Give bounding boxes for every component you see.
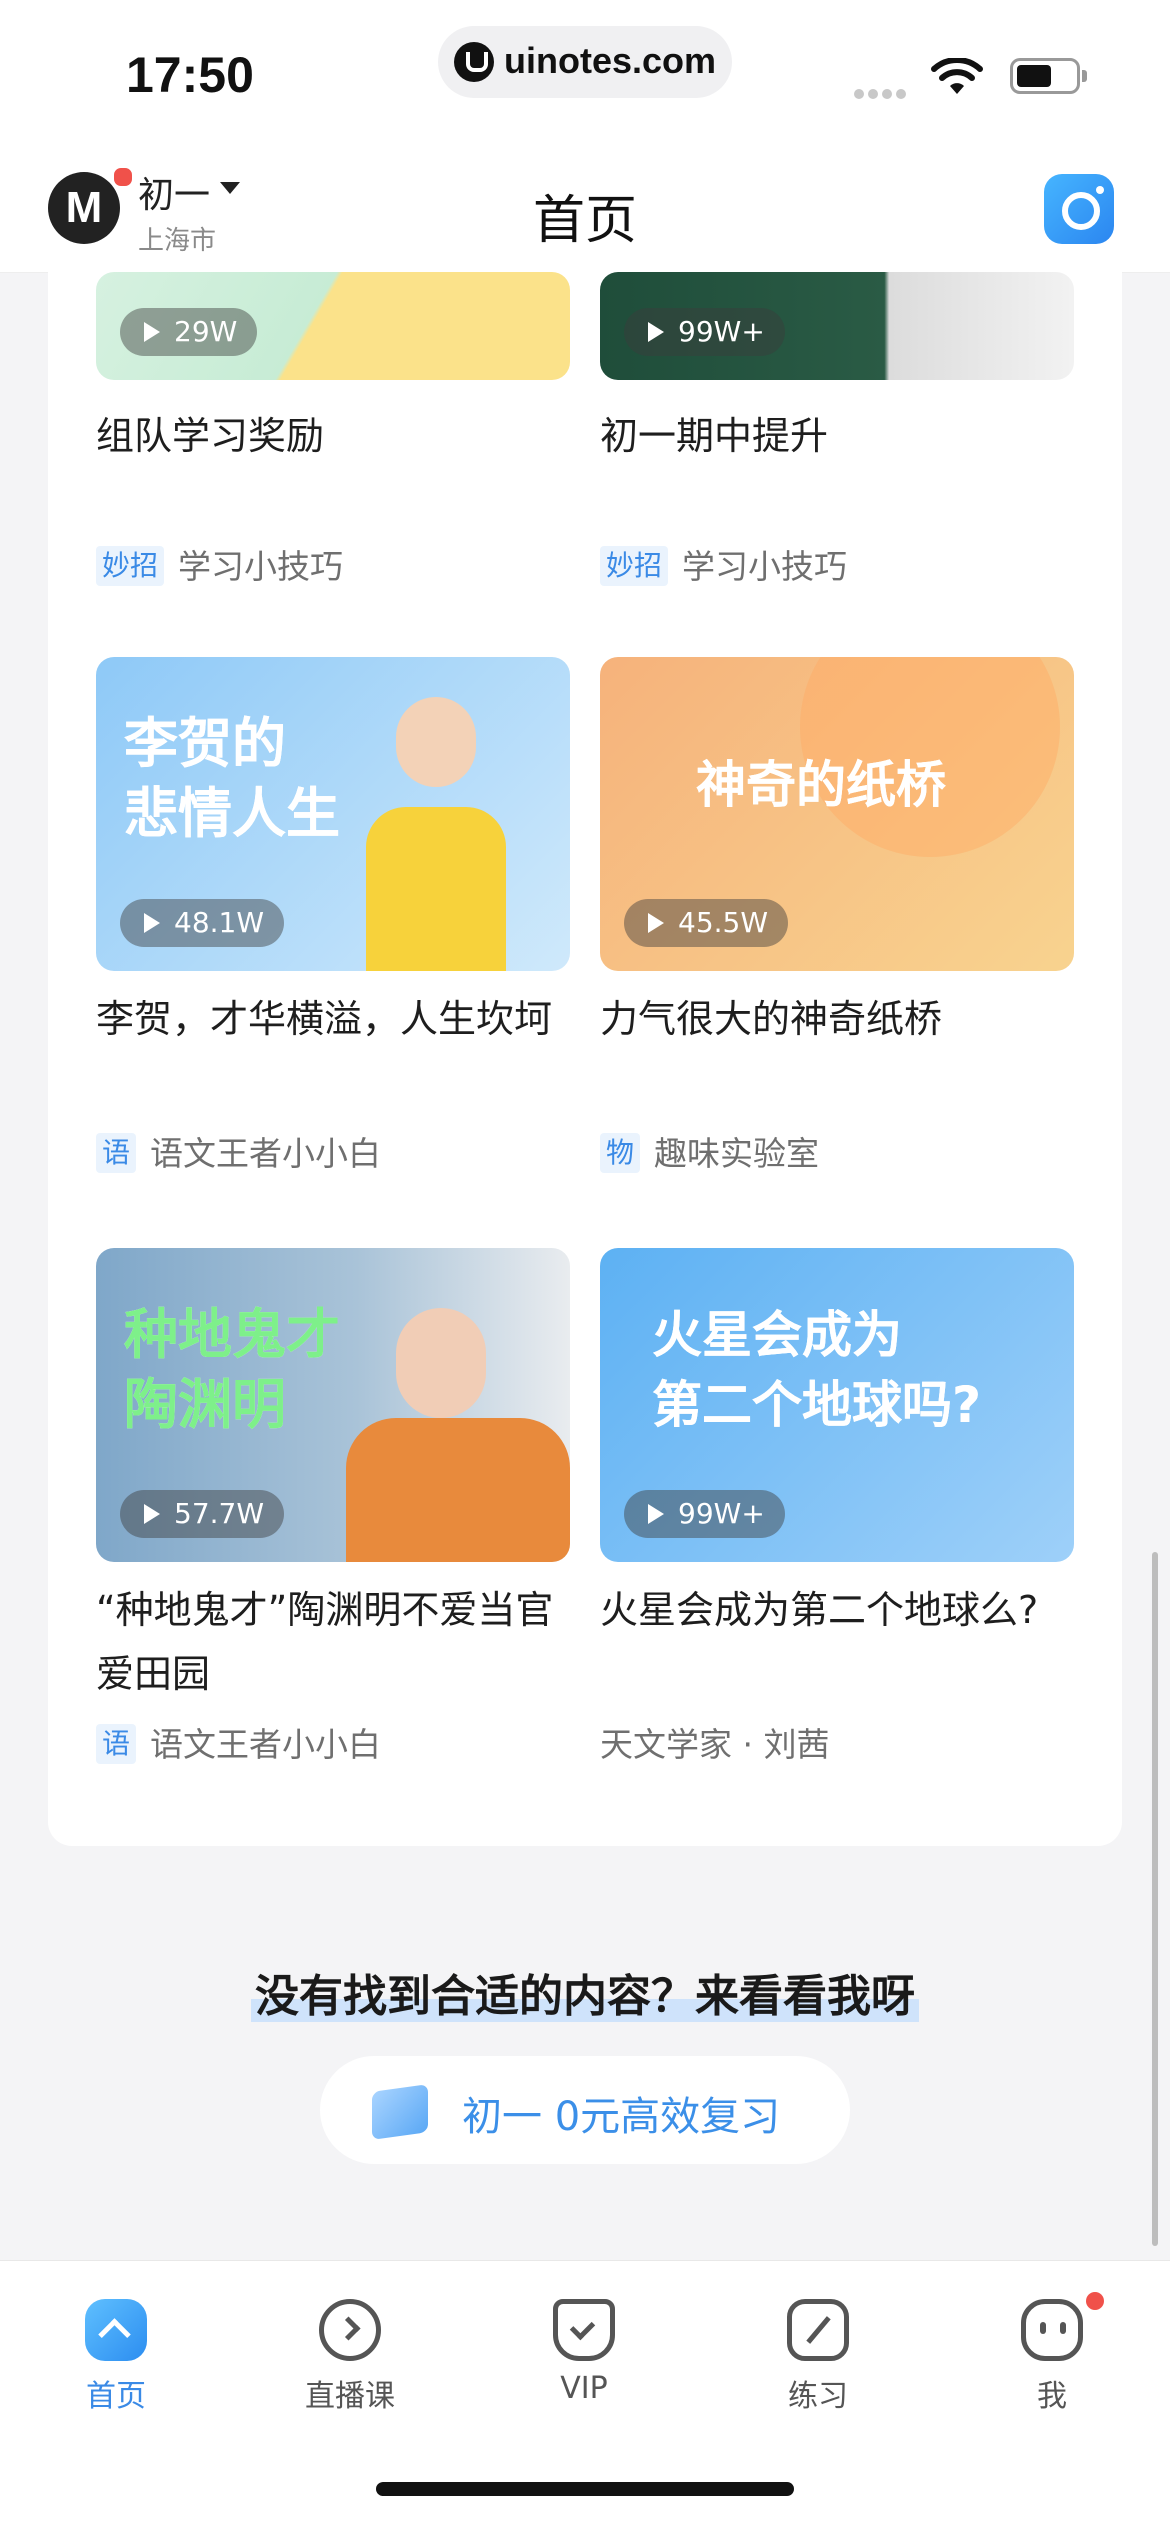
- free-review-label: 初一 0元高效复习: [462, 2094, 781, 2140]
- thumbnail-caption: 种地鬼才 陶渊明: [124, 1303, 340, 1436]
- category-tag: 妙招: [600, 546, 669, 586]
- practice-icon: [787, 2299, 849, 2361]
- video-source: 天文学家 · 刘茜: [600, 1725, 830, 1764]
- camera-icon[interactable]: [1044, 174, 1114, 244]
- page-title: 首页: [532, 191, 637, 251]
- video-title[interactable]: 组队学习奖励: [96, 404, 570, 468]
- url-text: uinotes.com: [504, 40, 717, 81]
- home-icon: [85, 2299, 147, 2361]
- category-tag: 物: [600, 1133, 641, 1173]
- video-source: 妙招 学习小技巧: [600, 540, 847, 588]
- scrollbar[interactable]: [1152, 1552, 1158, 2246]
- tab-practice[interactable]: 练习: [738, 2299, 898, 2415]
- home-indicator: [376, 2482, 794, 2496]
- video-thumbnail[interactable]: 神奇的纸桥 45.5W: [600, 657, 1074, 971]
- play-count: 48.1W: [120, 899, 285, 947]
- battery-icon: [1010, 58, 1087, 94]
- tab-label: 直播课: [305, 2379, 395, 2414]
- category-tag: 语: [96, 1133, 137, 1173]
- thumbnail-caption: 神奇的纸桥: [696, 756, 946, 814]
- status-bar: 17:50 uinotes.com: [0, 0, 1170, 150]
- video-source: 语语文王者小小白: [96, 1718, 381, 1766]
- presenter-photo: [396, 1308, 486, 1418]
- category-tag: 妙招: [96, 546, 165, 586]
- play-count: 99W+: [624, 1490, 785, 1538]
- cellular-signal-icon: [854, 84, 910, 103]
- category-tag: 语: [96, 1724, 137, 1764]
- tab-label: VIP: [560, 2371, 608, 2406]
- free-review-button[interactable]: 初一 0元高效复习: [320, 2056, 850, 2164]
- tab-label: 我: [1037, 2379, 1067, 2414]
- tab-home[interactable]: 首页: [36, 2299, 196, 2415]
- vip-icon: [553, 2299, 615, 2361]
- gift-box-icon: [372, 2084, 428, 2140]
- video-thumbnail[interactable]: 李贺的 悲情人生 48.1W: [96, 657, 570, 971]
- video-title[interactable]: 火星会成为第二个地球么?: [600, 1578, 1074, 1642]
- video-thumbnail[interactable]: 火星会成为 第二个地球吗? 99W+: [600, 1248, 1074, 1562]
- tab-label: 首页: [86, 2379, 146, 2414]
- live-class-icon: [319, 2299, 381, 2361]
- video-grid: 29W 组队学习奖励 妙招 学习小技巧 99W+ 初一期中提升 妙招 学习小技巧 李…: [48, 272, 1122, 1846]
- video-title[interactable]: 李贺，才华横溢，人生坎坷: [96, 987, 570, 1051]
- url-pill[interactable]: uinotes.com: [438, 26, 732, 98]
- video-source: 物趣味实验室: [600, 1127, 819, 1175]
- notification-dot: [1086, 2292, 1104, 2310]
- profile-icon: [1021, 2292, 1104, 2361]
- thumbnail-caption: 火星会成为 第二个地球吗?: [652, 1306, 982, 1434]
- video-thumbnail[interactable]: 29W: [96, 272, 570, 380]
- thumbnail-caption: 李贺的 悲情人生: [124, 712, 340, 845]
- tab-me[interactable]: 我: [972, 2292, 1132, 2415]
- video-title[interactable]: “种地鬼才”陶渊明不爱当官爱田园: [96, 1578, 570, 1706]
- tab-vip[interactable]: VIP: [504, 2299, 664, 2406]
- video-title[interactable]: 力气很大的神奇纸桥: [600, 987, 1074, 1051]
- site-icon: [454, 42, 494, 82]
- tab-live-class[interactable]: 直播课: [270, 2299, 430, 2415]
- video-source: 妙招 学习小技巧: [96, 540, 343, 588]
- video-source: 语语文王者小小白: [96, 1127, 381, 1175]
- promo-heading: 没有找到合适的内容？来看看我呀: [0, 1960, 1170, 2024]
- wifi-icon: [931, 58, 983, 94]
- video-thumbnail[interactable]: 种地鬼才 陶渊明 57.7W: [96, 1248, 570, 1562]
- character-illustration: [396, 697, 476, 787]
- play-count: 57.7W: [120, 1490, 285, 1538]
- play-count: 99W+: [624, 308, 785, 356]
- app-header: M 初一 上海市 首页: [0, 150, 1170, 273]
- video-title[interactable]: 初一期中提升: [600, 404, 1074, 468]
- play-count: 29W: [120, 308, 258, 356]
- clock: 17:50: [126, 47, 254, 103]
- tab-label: 练习: [788, 2379, 848, 2414]
- video-thumbnail[interactable]: 99W+: [600, 272, 1074, 380]
- play-count: 45.5W: [624, 899, 789, 947]
